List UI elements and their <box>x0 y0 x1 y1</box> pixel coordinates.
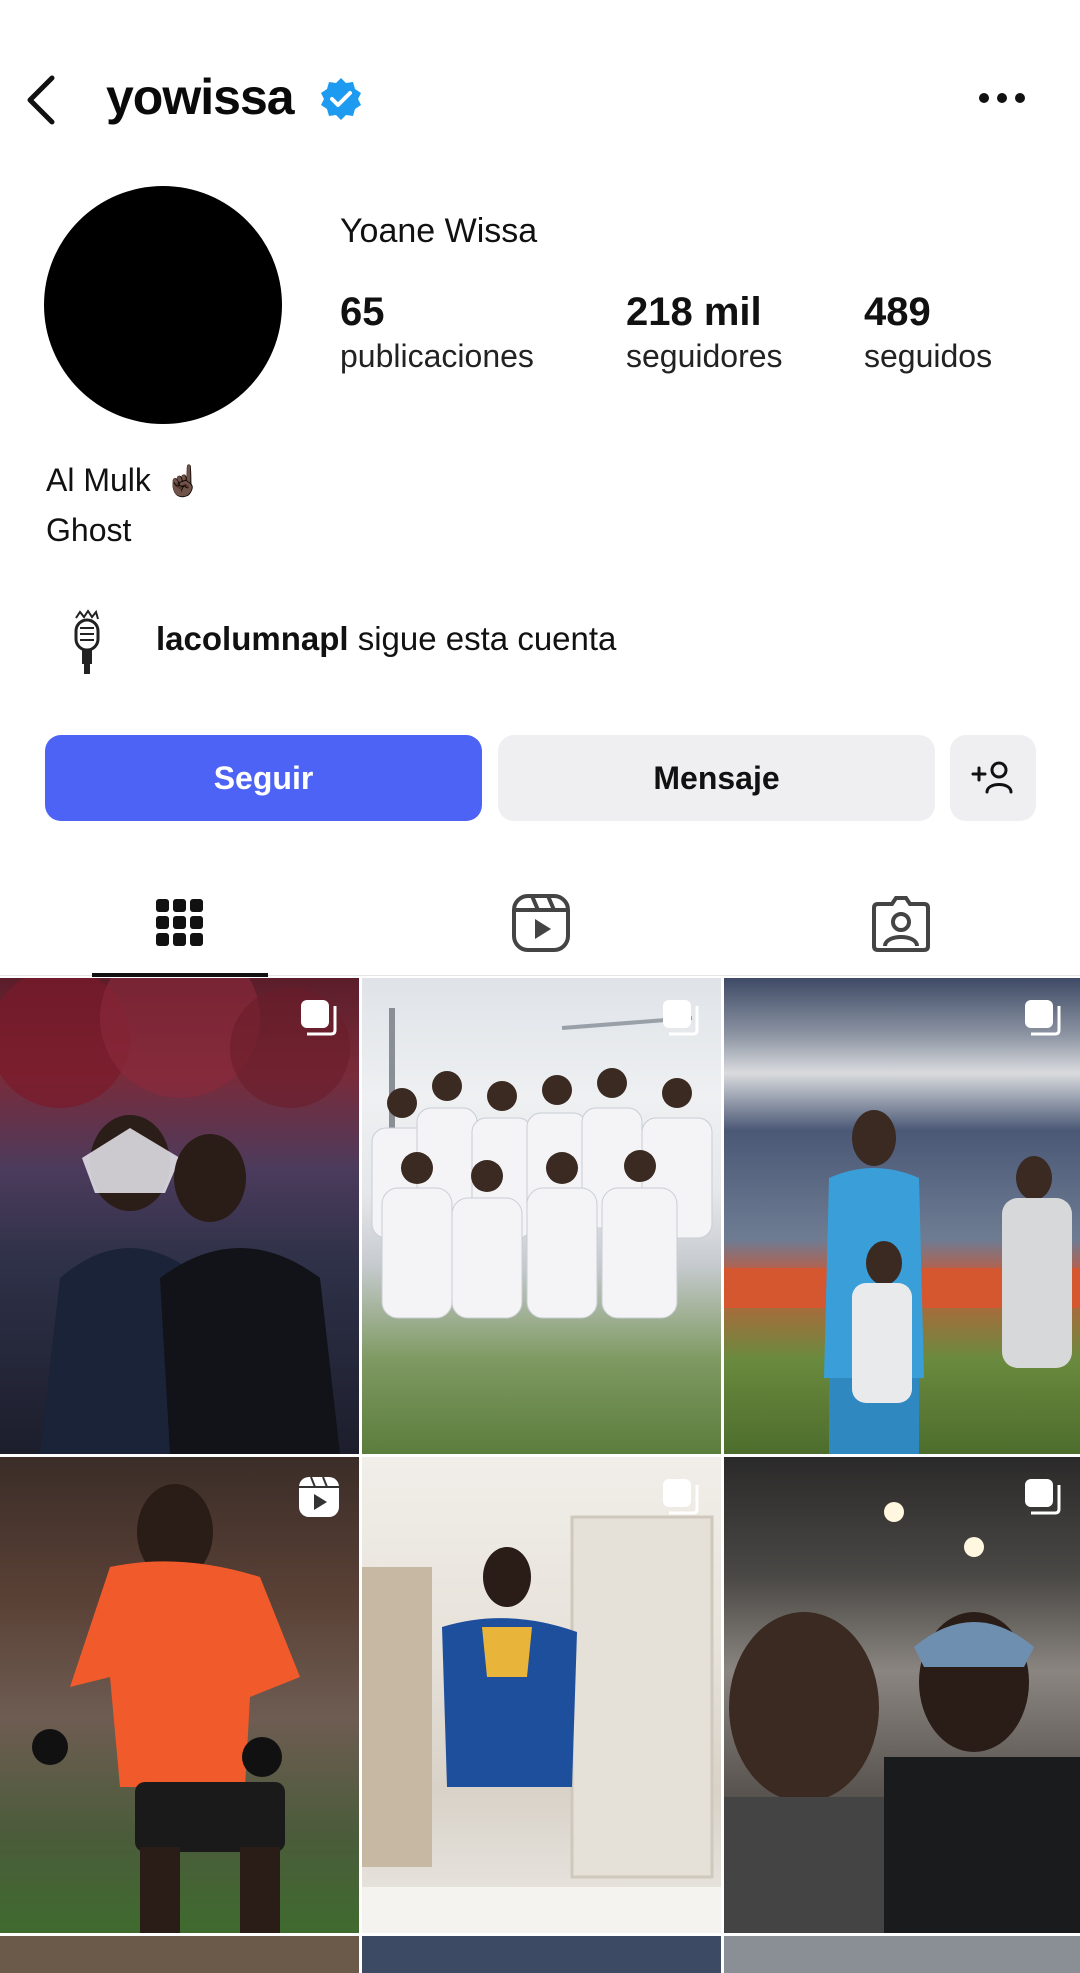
followed-by-suffix: sigue esta cuenta <box>348 620 617 657</box>
post-thumbnail[interactable] <box>0 1457 359 1933</box>
follower-avatar-microphone-icon <box>60 608 112 676</box>
tagged-user-icon <box>872 896 930 952</box>
pointing-up-emoji-icon: ☝🏿 <box>164 465 203 498</box>
profile-full-name: Yoane Wissa <box>340 212 538 250</box>
stat-following[interactable]: 489 seguidos <box>864 288 992 376</box>
post-thumbnail[interactable] <box>362 1457 721 1933</box>
more-options-button[interactable] <box>976 78 1028 118</box>
more-horizontal-icon <box>979 93 1025 103</box>
tab-posts-grid[interactable] <box>92 870 268 976</box>
stat-followers-value: 218 mil <box>626 290 762 334</box>
stat-following-label: seguidos <box>864 338 993 374</box>
selected-tab-indicator <box>92 973 268 977</box>
post-thumbnail[interactable] <box>362 1936 721 1973</box>
stat-followers-label: seguidores <box>626 338 783 374</box>
reels-icon <box>512 894 570 952</box>
message-button[interactable]: Mensaje <box>498 735 935 821</box>
back-button[interactable] <box>20 70 64 130</box>
post-photo-two-friends-selfie <box>724 1502 1080 1933</box>
post-thumbnail[interactable] <box>0 978 359 1454</box>
carousel-icon <box>663 1000 699 1036</box>
carousel-icon <box>301 1000 337 1036</box>
post-thumbnail[interactable] <box>724 1936 1080 1973</box>
followed-by-row[interactable]: lacolumnapl sigue esta cuenta <box>0 608 1080 678</box>
stat-posts: 65 publicaciones <box>340 288 534 376</box>
bio-line-1: Al Mulk ☝🏿 <box>46 456 202 506</box>
post-photo-mirror-selfie <box>362 1515 721 1933</box>
post-thumbnail[interactable] <box>724 1457 1080 1933</box>
add-user-icon <box>971 761 1013 794</box>
carousel-icon <box>663 1479 699 1515</box>
bio-line-2: Ghost <box>46 512 132 548</box>
profile-username: yowissa <box>106 69 295 125</box>
stat-following-value: 489 <box>864 290 931 334</box>
profile-tabs <box>0 870 1080 977</box>
post-photo-team-lineup <box>371 1008 713 1319</box>
post-photo-group-portrait <box>0 978 350 1454</box>
followed-by-text: lacolumnapl sigue esta cuenta <box>156 620 616 658</box>
post-thumbnail[interactable] <box>0 1936 359 1973</box>
post-thumbnail[interactable] <box>362 978 721 1454</box>
follow-button[interactable]: Seguir <box>45 735 482 821</box>
bio-line-1-text: Al Mulk <box>46 462 151 498</box>
followed-by-account[interactable]: lacolumnapl <box>156 620 349 657</box>
post-photo-player-celebration <box>32 1484 300 1933</box>
verified-badge-icon <box>318 76 364 122</box>
profile-bio: Al Mulk ☝🏿 Ghost <box>46 456 202 554</box>
carousel-icon <box>1025 1000 1061 1036</box>
chevron-left-icon <box>27 75 55 125</box>
suggested-users-button[interactable] <box>950 735 1036 821</box>
stat-posts-value: 65 <box>340 290 385 334</box>
post-thumbnail[interactable] <box>724 978 1080 1454</box>
grid-icon <box>156 899 203 946</box>
tab-reels[interactable] <box>453 870 629 976</box>
reel-icon <box>299 1476 339 1517</box>
stat-followers[interactable]: 218 mil seguidores <box>626 288 783 376</box>
profile-header: yowissa <box>0 60 1080 140</box>
post-photo-stadium-anthem <box>724 1110 1080 1454</box>
carousel-icon <box>1025 1479 1061 1515</box>
tab-tagged[interactable] <box>813 870 989 976</box>
stat-posts-label: publicaciones <box>340 338 534 374</box>
profile-avatar[interactable] <box>44 186 282 424</box>
